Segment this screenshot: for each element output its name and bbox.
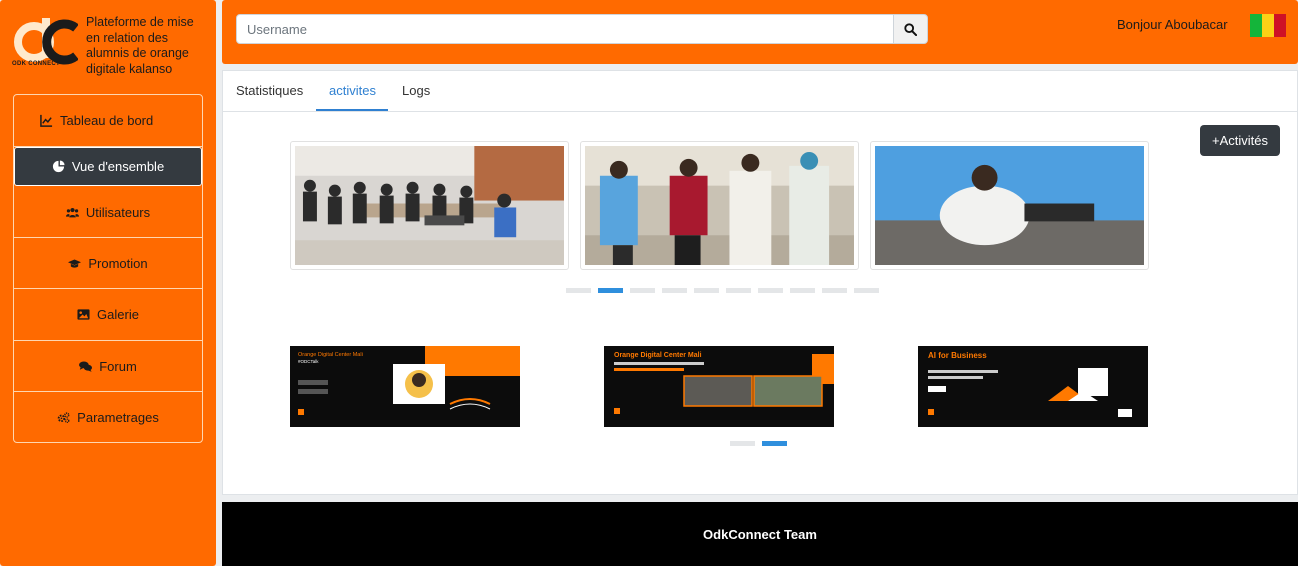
sidebar-item-label: Vue d'ensemble [71, 159, 165, 174]
flag-stripe-red [1274, 14, 1286, 37]
brand-title: Plateforme de mise en relation des alumn… [86, 15, 194, 76]
image-icon [77, 309, 90, 320]
poster-image: Orange Digital Center Mali #ODCTalk [290, 346, 520, 427]
event-poster[interactable]: Orange Digital Center Mali #ODCTalk [290, 346, 520, 427]
sidebar-item-utilisateurs[interactable]: Utilisateurs [14, 187, 202, 238]
pie-chart-icon [52, 160, 65, 173]
carousel-indicator[interactable] [598, 288, 623, 293]
flag-stripe-yellow [1262, 14, 1274, 37]
sidebar-item-promotion[interactable]: Promotion [14, 238, 202, 289]
sidebar-item-label: Utilisateurs [85, 204, 151, 220]
sidebar-item-forum[interactable]: Forum [14, 341, 202, 392]
carousel-indicator[interactable] [854, 288, 879, 293]
carousel-indicator[interactable] [762, 441, 787, 446]
poster-subtitle: #ODCTalk [298, 359, 319, 364]
carousel-indicator[interactable] [726, 288, 751, 293]
sidebar-nav: Tableau de bord Vue d'ensemble Utilisate… [13, 94, 203, 443]
poster-title: AI for Business [928, 351, 987, 360]
sidebar-item-vue-d-ensemble[interactable]: Vue d'ensemble [14, 147, 202, 186]
photo-carousel-indicators [566, 288, 879, 293]
poster-title: Orange Digital Center Mali [298, 352, 363, 358]
tab-statistiques[interactable]: Statistiques [236, 83, 303, 98]
activity-photo[interactable] [870, 141, 1149, 270]
search-button[interactable] [893, 14, 928, 44]
event-poster[interactable]: AI for Business [918, 346, 1148, 427]
poster-image: Orange Digital Center Mali [604, 346, 834, 427]
activity-photo[interactable] [580, 141, 859, 270]
event-poster[interactable]: Orange Digital Center Mali [604, 346, 834, 427]
graduation-cap-icon [68, 258, 82, 268]
chart-line-icon [40, 114, 53, 127]
activity-photo[interactable] [290, 141, 569, 270]
sidebar: ODK CONNECT Plateforme de mise en relati… [0, 0, 216, 566]
poster-image: AI for Business [918, 346, 1148, 427]
carousel-indicator[interactable] [758, 288, 783, 293]
sidebar-item-label: Forum [99, 358, 137, 374]
carousel-indicator[interactable] [694, 288, 719, 293]
sidebar-item-galerie[interactable]: Galerie [14, 289, 202, 341]
footer: OdkConnect Team [222, 502, 1298, 566]
carousel-indicator[interactable] [730, 441, 755, 446]
brand[interactable]: ODK CONNECT Plateforme de mise en relati… [10, 12, 210, 82]
comments-icon [79, 360, 93, 372]
sidebar-item-label: Parametrages [77, 410, 159, 425]
group-photo-image [585, 146, 854, 265]
carousel-indicator[interactable] [822, 288, 847, 293]
sidebar-item-parametrages[interactable]: Parametrages [14, 392, 202, 443]
flag-stripe-green [1250, 14, 1262, 37]
mali-flag-icon[interactable] [1250, 14, 1286, 37]
search-icon [904, 22, 917, 36]
footer-text: OdkConnect Team [703, 526, 817, 542]
tab-active-indicator [316, 109, 388, 111]
top-bar: Bonjour Aboubacar [222, 0, 1298, 64]
tabs: Statistiques activites Logs [223, 71, 1298, 112]
carousel-indicator[interactable] [790, 288, 815, 293]
main-panel: Statistiques activites Logs +Activités O… [222, 70, 1298, 495]
carousel-indicator[interactable] [630, 288, 655, 293]
add-activity-button[interactable]: +Activités [1200, 125, 1280, 156]
sidebar-item-label: Tableau de bord [60, 113, 154, 128]
users-icon [65, 207, 79, 217]
sidebar-item-tableau-de-bord[interactable]: Tableau de bord [14, 95, 202, 147]
cogs-icon [57, 412, 70, 424]
presentation-photo-image [875, 146, 1144, 265]
tab-activites[interactable]: activites [329, 83, 376, 98]
group-photo-image [295, 146, 564, 265]
logo-text: ODK CONNECT [12, 61, 60, 67]
user-greeting: Bonjour Aboubacar [1117, 17, 1228, 32]
search-input[interactable] [236, 14, 894, 44]
carousel-indicator[interactable] [566, 288, 591, 293]
tab-logs[interactable]: Logs [402, 83, 430, 98]
carousel-indicator[interactable] [662, 288, 687, 293]
poster-carousel-indicators [730, 441, 787, 446]
sidebar-item-label: Promotion [88, 255, 148, 271]
sidebar-item-label: Galerie [97, 307, 139, 322]
poster-title: Orange Digital Center Mali [614, 352, 702, 359]
